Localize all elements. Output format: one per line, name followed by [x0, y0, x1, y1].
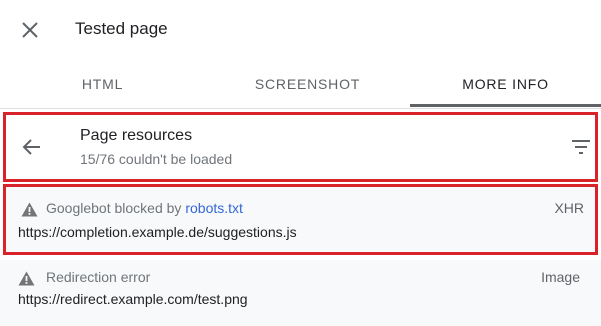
resource-row-redirect[interactable]: Redirection error Image https://redirect…: [0, 260, 601, 326]
filter-icon: [572, 140, 590, 154]
resource-row-blocked[interactable]: Googlebot blocked by robots.txt XHR http…: [3, 184, 598, 255]
filter-button[interactable]: [569, 135, 593, 159]
tab-html[interactable]: HTML: [0, 60, 205, 108]
resource-type: XHR: [554, 200, 584, 216]
resources-load-count: 15/76 couldn't be loaded: [80, 151, 233, 167]
page-title: Tested page: [75, 19, 168, 38]
close-button[interactable]: [17, 17, 43, 43]
close-icon: [22, 22, 38, 38]
page-resources-title: Page resources: [80, 127, 193, 144]
page-resources-header: Page resources 15/76 couldn't be loaded: [3, 112, 598, 182]
resource-error-text: Googlebot blocked by robots.txt: [46, 200, 243, 216]
resource-error-text: Redirection error: [46, 269, 151, 285]
warning-icon: [17, 270, 35, 286]
tab-screenshot[interactable]: SCREENSHOT: [205, 60, 410, 108]
resource-error-prefix: Googlebot blocked by: [46, 200, 186, 216]
tab-more-info[interactable]: MORE INFO: [410, 60, 601, 108]
robots-txt-link[interactable]: robots.txt: [185, 200, 243, 216]
resource-url: https://redirect.example.com/test.png: [18, 291, 248, 307]
dialog-header: Tested page: [0, 0, 601, 60]
resource-type: Image: [541, 269, 580, 285]
arrow-back-icon: [22, 139, 40, 155]
active-tab-indicator: [410, 104, 601, 107]
back-button[interactable]: [18, 133, 46, 161]
warning-icon: [20, 201, 38, 217]
resource-url: https://completion.example.de/suggestion…: [18, 224, 297, 240]
tab-bar: HTML SCREENSHOT MORE INFO: [0, 60, 601, 109]
